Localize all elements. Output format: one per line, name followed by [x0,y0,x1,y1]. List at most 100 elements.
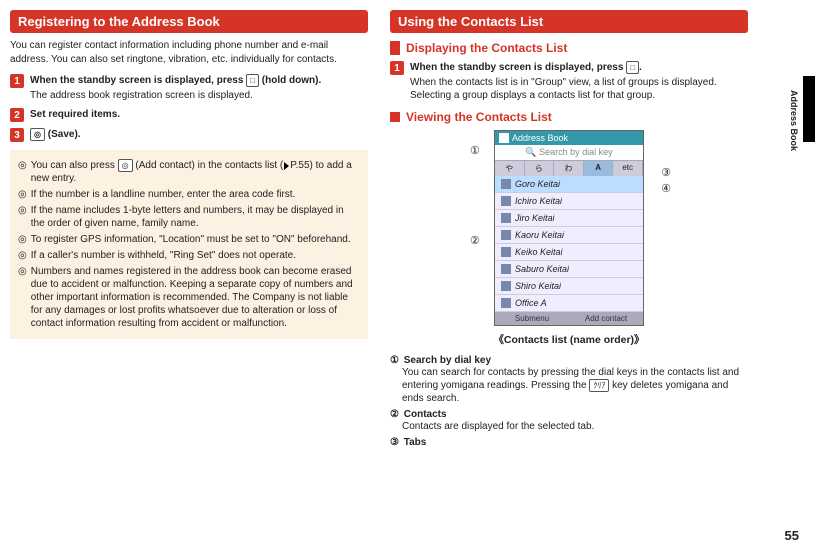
phone-search-text: Search by dial key [539,147,613,157]
sub1-text: Displaying the Contacts List [406,41,567,55]
screenshot-caption: 《Contacts list (name order)》 [390,332,748,347]
phone-header-text: Address Book [512,133,568,143]
red-tick-icon [390,41,400,55]
phone-item: Ichiro Keitai [495,193,643,210]
step1-desc: The address book registration screen is … [30,89,368,102]
phone-item: Keiko Keitai [495,244,643,261]
screenshot-wrap: ① ③ ④ ② Address Book 🔍 Search by dial ke… [390,130,748,347]
section-title-left: Registering to the Address Book [10,10,368,33]
phone-tab: ら [525,161,555,176]
contact-name: Jiro Keitai [515,213,555,223]
def1-num: ① [390,355,399,366]
note-bullet-icon: ◎ [18,233,27,246]
def2-body: Contacts are displayed for the selected … [402,420,748,433]
note-bullet-icon: ◎ [18,265,27,330]
contact-name: Kaoru Keitai [515,230,564,240]
thumb-tab [803,76,815,142]
step-number-1: 1 [10,74,24,88]
step-3: 3 ◎ (Save). [10,128,368,142]
note-bullet-icon: ◎ [18,159,27,185]
phone-header: Address Book [495,131,643,145]
subheading-viewing: Viewing the Contacts List [390,110,748,124]
note3: If the name includes 1-byte letters and … [31,204,360,230]
note2: If the number is a landline number, ente… [31,188,296,201]
phone-mock: Address Book 🔍 Search by dial key や ら わ … [494,130,644,326]
step1-text-b: (hold down). [259,75,321,86]
softkey-right: Add contact [569,312,643,325]
phone-item: Office A [495,295,643,312]
note1-b: (Add contact) in the contacts list ( [133,160,284,171]
contact-name: Saburo Keitai [515,264,569,274]
def-2: ② Contacts Contacts are displayed for th… [390,409,748,433]
thumb-tab-label: Address Book [789,90,799,151]
key-icon: □ [246,74,259,87]
def-3: ③ Tabs [390,437,748,448]
def1-head: Search by dial key [404,355,491,366]
rstep1-a: When the standby screen is displayed, pr… [410,62,626,73]
step-number-3: 3 [10,128,24,142]
softkey-left: Submenu [495,312,569,325]
phone-item: Kaoru Keitai [495,227,643,244]
def3-head: Tabs [404,437,427,448]
step1-text-a: When the standby screen is displayed, pr… [30,75,246,86]
contact-name: Goro Keitai [515,179,560,189]
phone-tab: や [495,161,525,176]
phone-search: 🔍 Search by dial key [495,145,643,161]
key-icon: ◎ [30,128,45,141]
rstep1-b: . [639,62,642,73]
contact-name: Office A [515,298,547,308]
triangle-icon [284,162,289,170]
note-bullet-icon: ◎ [18,249,27,262]
key-icon: ◎ [118,159,133,172]
phone-tabs: や ら わ A etc [495,161,643,176]
page-number: 55 [785,528,799,543]
contact-icon [501,247,511,257]
contact-icon [501,179,511,189]
step-1: 1 When the standby screen is displayed, … [10,74,368,102]
subheading-displaying: Displaying the Contacts List [390,41,748,55]
note-bullet-icon: ◎ [18,204,27,230]
phone-item: Saburo Keitai [495,261,643,278]
callout-3: ③ [661,166,671,179]
phone-item-selected: Goro Keitai [495,176,643,193]
clear-key-icon: ｸﾘｱ [589,379,609,392]
step2-title: Set required items. [30,108,368,121]
def-1: ① Search by dial key You can search for … [390,355,748,405]
contact-icon [501,213,511,223]
def2-num: ② [390,409,399,420]
note4: To register GPS information, "Location" … [31,233,351,246]
callout-4: ④ [661,182,671,195]
phone-tab-selected: A [584,161,614,176]
contact-icon [501,196,511,206]
step3-text: (Save). [45,129,81,140]
section-title-right: Using the Contacts List [390,10,748,33]
phone-item: Jiro Keitai [495,210,643,227]
book-icon [499,133,509,143]
contact-icon [501,264,511,274]
phone-item: Shiro Keitai [495,278,643,295]
def3-num: ③ [390,437,399,448]
note5: If a caller's number is withheld, "Ring … [31,249,296,262]
step-number-1r: 1 [390,61,404,75]
callout-2: ② [470,234,480,247]
contact-name: Keiko Keitai [515,247,563,257]
note1-a: You can also press [31,160,118,171]
phone-tab: わ [554,161,584,176]
contact-icon [501,281,511,291]
right-step-1: 1 When the standby screen is displayed, … [390,61,748,102]
callout-1: ① [470,144,480,157]
red-square-icon [390,112,400,122]
intro-left: You can register contact information inc… [10,39,368,66]
key-icon: □ [626,61,639,74]
contact-icon [501,298,511,308]
phone-softkeys: Submenu Add contact [495,312,643,325]
def2-head: Contacts [404,409,447,420]
contact-name: Shiro Keitai [515,281,561,291]
note-bullet-icon: ◎ [18,188,27,201]
contact-name: Ichiro Keitai [515,196,562,206]
phone-tab: etc [613,161,643,176]
notes-box: ◎ You can also press ◎ (Add contact) in … [10,150,368,339]
contact-icon [501,230,511,240]
note6: Numbers and names registered in the addr… [31,265,360,330]
rstep1-desc: When the contacts list is in "Group" vie… [410,76,748,102]
